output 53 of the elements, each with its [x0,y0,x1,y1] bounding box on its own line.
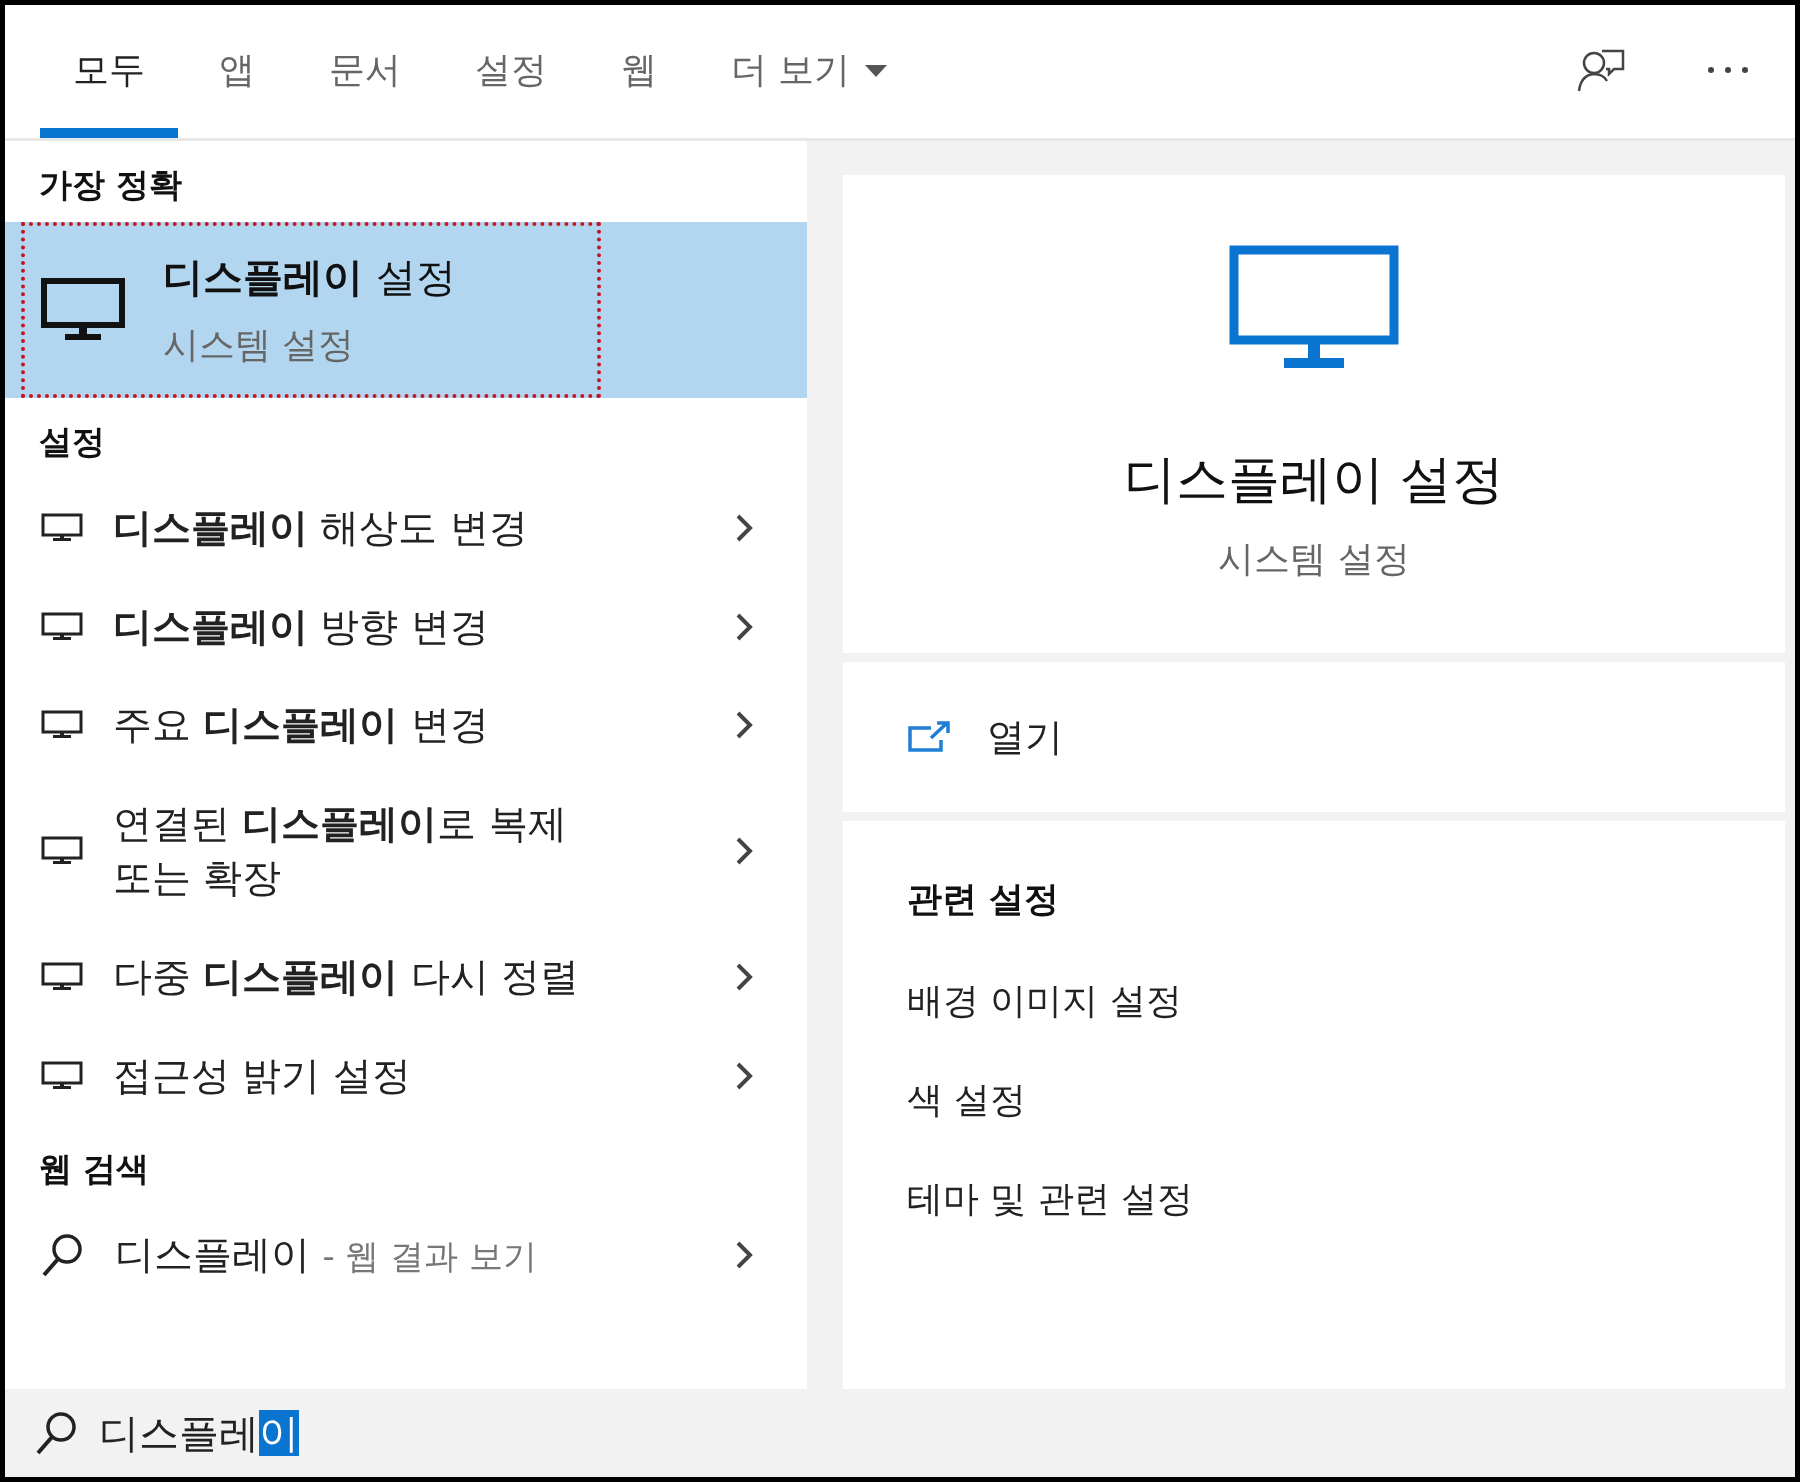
monitor-icon [41,611,83,642]
section-heading: 가장 정확 [38,164,184,206]
chevron-right-icon [735,611,753,642]
more-options-icon[interactable] [1706,65,1750,75]
result-label: 다중 디스플레이 다시 정렬 [112,952,581,1001]
related-heading: 관련 설정 [907,878,1060,921]
preview-title: 디스플레이 설정 [1123,448,1505,511]
filter-tab[interactable]: 웹 [588,5,690,138]
open-button[interactable]: 열기 [907,711,1063,763]
chevron-right-icon [735,1240,753,1271]
related-link[interactable]: 색 설정 [907,1076,1027,1125]
result-title: 디스플레이 설정 [163,253,456,302]
search-icon [35,1410,79,1456]
chevron-right-icon [735,962,753,993]
filter-tab[interactable]: 더 보기 [698,5,922,138]
setting-result-item[interactable]: 디스플레이 방향 변경 [5,577,807,677]
result-subtitle: 시스템 설정 [163,323,356,367]
web-result-item[interactable]: 디스플레이 - 웹 결과 보기 [5,1206,807,1305]
web-query: 디스플레이 [115,1232,310,1278]
chevron-right-icon [735,513,753,544]
monitor-icon [41,1060,83,1091]
monitor-icon [41,710,83,741]
section-heading: 웹 검색 [38,1148,151,1191]
result-label: 접근성 밝기 설정 [112,1051,412,1100]
monitor-icon [41,513,83,544]
filter-tab[interactable]: 앱 [186,5,288,138]
related-link[interactable]: 테마 및 관련 설정 [907,1175,1194,1224]
chevron-right-icon [735,710,753,741]
chevron-right-icon [735,836,753,867]
related-link[interactable]: 배경 이미지 설정 [907,977,1182,1026]
result-label: 디스플레이 해상도 변경 [112,504,529,552]
result-label: 주요 디스플레이 변경 [112,701,490,750]
monitor-icon [41,278,125,342]
best-match-item[interactable]: 디스플레이 설정 시스템 설정 [5,222,807,398]
search-field[interactable]: 디스플레 이 [99,1405,299,1461]
setting-result-item[interactable]: 접근성 밝기 설정 [5,1026,807,1126]
setting-result-item[interactable]: 주요 디스플레이 변경 [5,676,807,775]
filter-tab[interactable]: 설정 [442,5,580,138]
web-hint: - 웹 결과 보기 [322,1236,538,1277]
chevron-right-icon [735,1060,753,1091]
setting-result-item[interactable]: 다중 디스플레이 다시 정렬 [5,927,807,1027]
setting-result-item[interactable]: 디스플레이 해상도 변경 [5,479,807,578]
feedback-person-icon[interactable] [1576,47,1626,93]
result-label: 디스플레이 방향 변경 [112,602,490,651]
monitor-icon [41,962,83,993]
preview-subtitle: 시스템 설정 [1218,537,1410,581]
filter-tab[interactable]: 문서 [296,5,434,138]
section-heading: 설정 [38,421,106,463]
open-external-icon [907,720,951,754]
result-label: 연결된 디스플레이로 복제 또는 확장 [112,799,568,903]
search-icon [41,1232,85,1279]
monitor-icon [41,836,83,867]
setting-result-item[interactable]: 연결된 디스플레이로 복제 또는 확장 [5,774,807,928]
